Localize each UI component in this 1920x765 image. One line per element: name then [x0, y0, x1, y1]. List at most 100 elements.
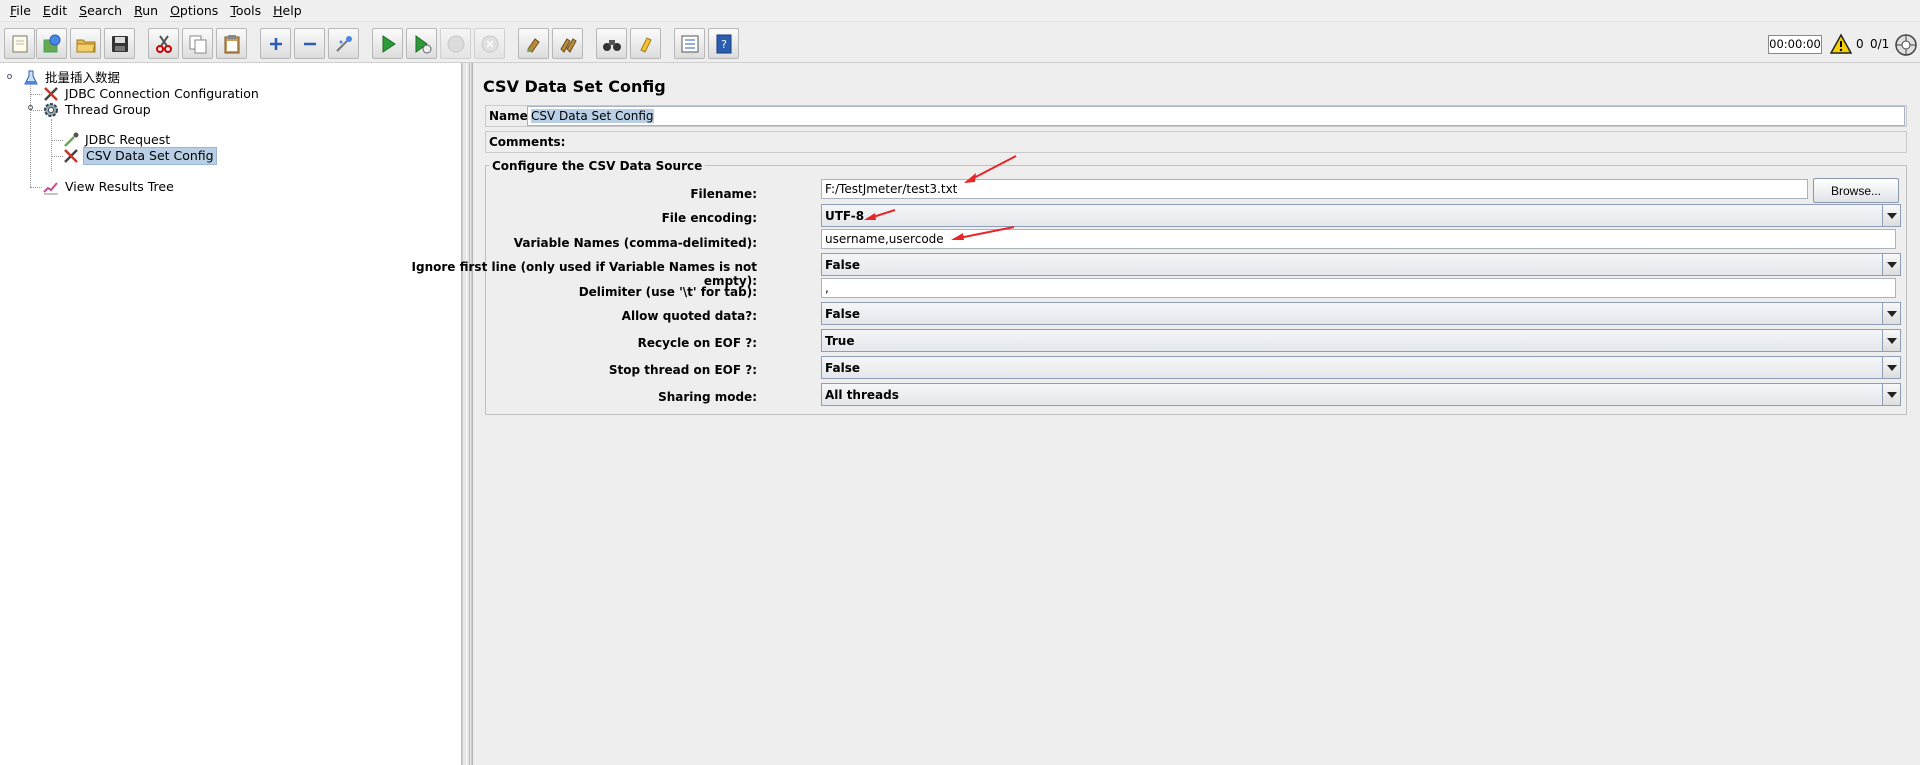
reset-search-broom-icon: [639, 36, 652, 53]
encoding-label: File encoding:: [661, 211, 757, 225]
reset-search-button[interactable]: [630, 28, 661, 59]
recycle-eof-value: True: [825, 334, 855, 348]
svg-text:?: ?: [721, 38, 727, 51]
cut-button[interactable]: [148, 28, 179, 59]
cut-scissors-icon: [155, 34, 172, 53]
tree-node-csv-data-set-config[interactable]: CSV Data Set Config: [62, 147, 217, 165]
active-threads-count: 0/1: [1870, 37, 1890, 51]
shutdown-button[interactable]: [474, 28, 505, 59]
search-button[interactable]: [596, 28, 627, 59]
tree-label: Thread Group: [65, 102, 151, 117]
variable-names-value: username,usercode: [825, 232, 944, 246]
menu-file[interactable]: File: [4, 0, 37, 22]
clear-button[interactable]: [518, 28, 549, 59]
annotation-arrow: [864, 209, 896, 220]
browse-button[interactable]: Browse...: [1813, 178, 1899, 203]
config-panel: CSV Data Set Config Name: CSV Data Set C…: [412, 63, 1920, 765]
remote-engines-icon[interactable]: [1894, 33, 1918, 57]
stop-button[interactable]: [440, 28, 471, 59]
allow-quoted-combo[interactable]: False: [821, 302, 1901, 325]
menu-search-mnemonic: S: [79, 2, 88, 18]
plus-icon: [269, 37, 282, 50]
filename-label: Filename:: [690, 187, 757, 201]
play-no-timers-icon: [415, 34, 431, 53]
chevron-down-icon[interactable]: [1882, 384, 1900, 405]
menu-run[interactable]: Run: [128, 0, 164, 22]
chevron-down-icon[interactable]: [1882, 357, 1900, 378]
copy-button[interactable]: [182, 28, 213, 59]
minus-icon: [303, 42, 316, 45]
chevron-down-icon[interactable]: [1882, 205, 1900, 226]
ignore-first-line-combo[interactable]: False: [821, 253, 1901, 276]
warning-icon[interactable]: [1830, 33, 1852, 55]
panel-splitter[interactable]: [462, 63, 472, 765]
tree-node-view-results-tree[interactable]: View Results Tree: [42, 178, 176, 196]
menu-options[interactable]: Options: [164, 0, 224, 22]
toggle-button[interactable]: [328, 28, 359, 59]
menu-options-mnemonic: O: [170, 2, 180, 18]
menu-tools[interactable]: Tools: [224, 0, 267, 22]
chevron-down-icon[interactable]: [1882, 330, 1900, 351]
sharing-mode-combo[interactable]: All threads: [821, 383, 1901, 406]
toolbar: ?: [0, 23, 1920, 63]
menu-search-rest: earch: [87, 2, 123, 18]
error-count: 0: [1856, 37, 1864, 51]
tree-label: JDBC Connection Configuration: [65, 86, 259, 101]
start-button[interactable]: [372, 28, 403, 59]
save-disk-icon: [111, 35, 128, 52]
menu-help[interactable]: Help: [267, 0, 308, 22]
tree-expand-handle[interactable]: o: [26, 104, 35, 113]
menu-search[interactable]: Search: [73, 0, 128, 22]
new-button[interactable]: [4, 28, 35, 59]
menu-run-rest: un: [142, 2, 159, 18]
expand-all-button[interactable]: [260, 28, 291, 59]
allow-quoted-value: False: [825, 307, 860, 321]
new-file-icon: [12, 35, 27, 52]
elapsed-timer: 00:00:00: [1768, 35, 1822, 54]
stop-thread-eof-combo[interactable]: False: [821, 356, 1901, 379]
chevron-down-icon[interactable]: [1882, 254, 1900, 275]
tree-label: View Results Tree: [65, 179, 174, 194]
shutdown-icon: [481, 35, 498, 52]
menu-options-rest: ptions: [179, 2, 219, 18]
menu-edit[interactable]: Edit: [37, 0, 73, 22]
gear-icon: [44, 103, 58, 117]
menu-help-mnemonic: H: [273, 2, 283, 18]
templates-button[interactable]: [36, 28, 67, 59]
tree-connector: [30, 94, 42, 95]
toggle-wand-icon: [335, 35, 352, 52]
clear-all-button[interactable]: [552, 28, 583, 59]
tree-expand-handle[interactable]: o: [5, 73, 14, 82]
paste-button[interactable]: [216, 28, 247, 59]
tree-connector: [30, 187, 42, 188]
recycle-eof-combo[interactable]: True: [821, 329, 1901, 352]
sharing-mode-label: Sharing mode:: [658, 390, 757, 404]
menu-edit-rest: dit: [50, 2, 68, 18]
tree-node-thread-group[interactable]: Thread Group: [42, 101, 153, 119]
annotation-arrow: [964, 155, 1017, 183]
function-helper-button[interactable]: [674, 28, 705, 59]
variable-names-label: Variable Names (comma-delimited):: [513, 236, 757, 250]
delimiter-label: Delimiter (use '\t' for tab):: [578, 285, 757, 299]
menu-help-rest: elp: [282, 2, 302, 18]
start-no-pauses-button[interactable]: [406, 28, 437, 59]
tools-wrench-icon: [64, 149, 78, 163]
help-book-icon: ?: [716, 34, 731, 53]
open-button[interactable]: [70, 28, 101, 59]
menu-run-mnemonic: R: [134, 2, 143, 18]
delimiter-input[interactable]: ,: [821, 278, 1896, 298]
tree-connector: [30, 79, 31, 187]
flask-icon: [24, 70, 38, 85]
clear-all-broom-icon: [559, 37, 577, 53]
collapse-all-button[interactable]: [294, 28, 325, 59]
function-list-icon: [681, 35, 698, 52]
delimiter-value: ,: [825, 281, 829, 295]
comments-input[interactable]: [558, 132, 1905, 152]
play-icon: [382, 34, 396, 53]
save-button[interactable]: [104, 28, 135, 59]
encoding-value: UTF-8: [825, 209, 865, 223]
chevron-down-icon[interactable]: [1882, 303, 1900, 324]
help-button[interactable]: ?: [708, 28, 739, 59]
stop-thread-eof-label: Stop thread on EOF ?:: [608, 363, 757, 377]
test-plan-tree: o o 批量插入数据 JDBC Connection Configuration…: [0, 63, 462, 765]
